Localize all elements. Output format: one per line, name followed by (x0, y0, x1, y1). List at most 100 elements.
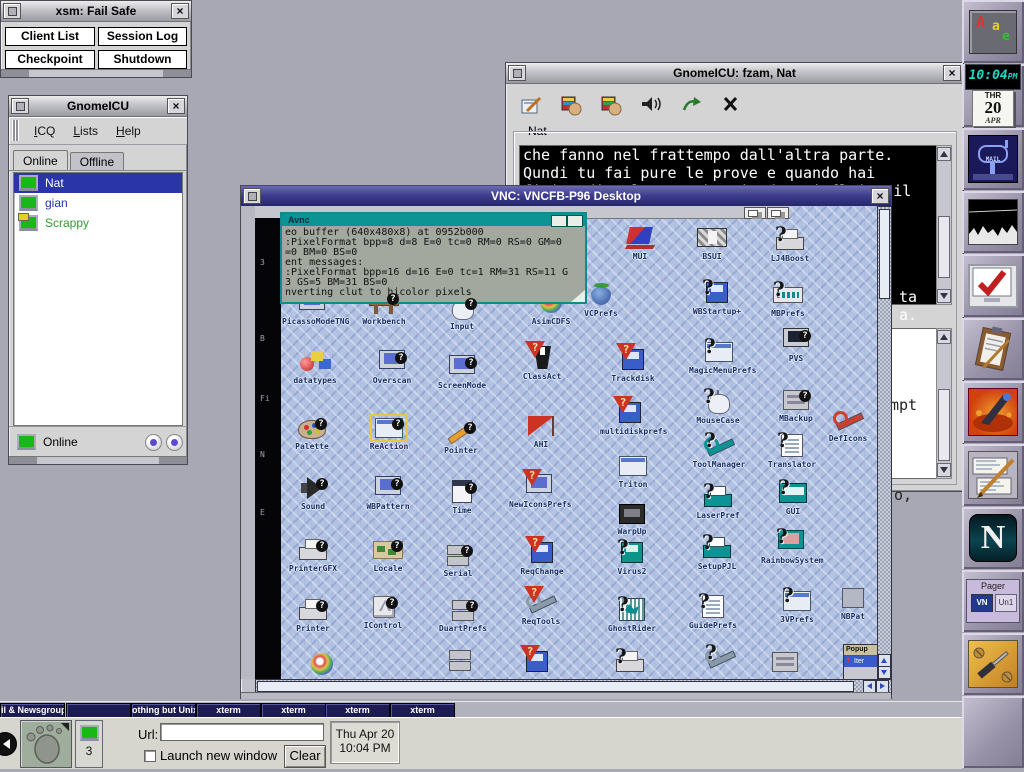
tasklist-applet[interactable]: 3 (75, 720, 103, 768)
status-round-button-2[interactable] (166, 434, 183, 451)
workbench-icon[interactable]: Time (432, 480, 492, 515)
panel-hide-button[interactable] (0, 732, 17, 756)
workbench-icon[interactable]: GUI (763, 481, 823, 516)
dock-keycaps-launcher[interactable]: A a e (962, 0, 1024, 63)
dock-netscape[interactable]: N (962, 507, 1024, 569)
workbench-icon[interactable]: ScreenMode (432, 355, 492, 390)
close-icon[interactable]: × (167, 98, 185, 114)
workbench-icon[interactable]: Trackdisk (603, 348, 663, 383)
workbench-icon[interactable]: MBPrefs (758, 283, 818, 318)
workbench-icon[interactable]: ReqChange (512, 541, 572, 576)
workbench-icon[interactable]: Sound (283, 476, 343, 511)
workbench-icon[interactable]: MBackup (766, 388, 826, 423)
workbench-icon[interactable]: ReqTools (511, 591, 571, 626)
taskbar-window-button[interactable]: xterm (390, 703, 455, 718)
window-menu-icon[interactable] (243, 188, 261, 204)
workbench-icon[interactable] (430, 648, 490, 674)
workbench-icon[interactable]: MUI (610, 226, 670, 261)
taskbar-window-button[interactable]: xterm (261, 703, 326, 718)
dock-mail-compose[interactable] (962, 444, 1024, 506)
scroll-up-icon[interactable] (937, 147, 951, 161)
vnc-vertical-scrollbar[interactable] (877, 206, 892, 681)
workbench-icon[interactable]: DefIcons (818, 408, 877, 443)
xsm-titlebar[interactable]: xsm: Fail Safe × (1, 1, 191, 22)
status-round-button-1[interactable] (145, 434, 162, 451)
console-resize-icon[interactable] (571, 290, 585, 302)
workbench-icon[interactable] (600, 650, 660, 676)
workbench-icon[interactable]: SetupPJL (687, 536, 747, 571)
gnome-menu-button[interactable] (20, 720, 72, 768)
workbench-icon[interactable]: MagicMenuPrefs (689, 340, 749, 375)
dock-asclock[interactable]: 10:04PM THR 20 APR (962, 64, 1024, 127)
dock-system-monitor[interactable] (962, 191, 1024, 253)
workbench-icon[interactable]: Translator (762, 434, 822, 469)
workbench-icon[interactable]: WarpUp (602, 501, 662, 536)
pager-desk-active[interactable]: VN (971, 594, 993, 612)
workbench-icon[interactable]: PVS (766, 328, 826, 363)
scroll-up-icon[interactable] (937, 330, 951, 344)
workbench-icon[interactable]: Printer (283, 598, 343, 633)
screen-front-icon[interactable] (767, 207, 789, 219)
popup-item[interactable]: Iter (844, 656, 877, 667)
menu-lists[interactable]: Lists (73, 124, 98, 138)
workbench-icon[interactable]: WBPattern (358, 476, 418, 511)
workbench-icon[interactable]: Palette (282, 416, 342, 451)
scroll-down-icon[interactable] (937, 463, 951, 477)
workbench-icon[interactable]: Triton (603, 454, 663, 489)
pager-desk[interactable]: Un1 (995, 594, 1017, 612)
taskbar-window-button[interactable] (66, 703, 131, 718)
screen-depth-icon[interactable] (744, 207, 766, 219)
workbench-icon[interactable]: Pointer (431, 420, 491, 455)
online-status-icon[interactable] (17, 434, 36, 450)
close-icon[interactable]: × (171, 3, 189, 19)
tab-offline[interactable]: Offline (70, 152, 124, 170)
workbench-icon[interactable]: BSUI (682, 226, 742, 261)
scroll-thumb[interactable] (938, 389, 950, 461)
taskbar-window-button[interactable]: il & Newsgroups (0, 703, 65, 718)
xsm-button[interactable]: Session Log (98, 27, 187, 46)
dock-clipboard-tool[interactable] (962, 318, 1024, 380)
sound-icon[interactable] (640, 94, 664, 116)
window-menu-icon[interactable] (11, 98, 29, 114)
workbench-icon[interactable]: NewIconsPrefs (509, 474, 569, 509)
workbench-icon[interactable] (292, 653, 352, 679)
forward-icon[interactable] (680, 94, 704, 116)
popup-mini-window[interactable]: Popup Iter (843, 644, 877, 679)
chat-titlebar[interactable]: GnomeICU: fzam, Nat × (506, 63, 963, 84)
dock-mail-monitor[interactable]: MAIL (962, 128, 1024, 190)
avnc-console-window[interactable]: Avnc eo buffer (640x480x8) at 0952b000:P… (280, 212, 587, 304)
workbench-icon[interactable]: WBStartup+ (687, 281, 747, 316)
vnc-titlebar[interactable]: VNC: VNCFB-P96 Desktop × (241, 186, 891, 207)
dock-pager[interactable]: Pager VN Un1 (962, 570, 1024, 632)
workbench-icon[interactable]: LaserPref (688, 485, 748, 520)
workbench-icon[interactable]: IControl (353, 595, 413, 630)
compose-scrollbar[interactable] (936, 328, 952, 479)
workbench-icon[interactable]: LJ4Boost (760, 228, 820, 263)
scroll-thumb[interactable] (257, 681, 854, 692)
scroll-down-icon[interactable] (937, 289, 951, 303)
depth-gadget-icon[interactable] (567, 215, 583, 227)
workbench-icon[interactable]: Locale (358, 538, 418, 573)
close-icon[interactable]: × (871, 188, 889, 204)
tab-online[interactable]: Online (13, 150, 68, 170)
dock-paint-tool[interactable] (962, 381, 1024, 443)
keyboard-icon[interactable] (560, 94, 584, 116)
dock-setup-tool[interactable] (962, 633, 1024, 695)
url-input[interactable] (160, 723, 324, 741)
keyboard2-icon[interactable] (600, 94, 624, 116)
workbench-icon[interactable]: GuidePrefs (683, 595, 743, 630)
dock-check-tool[interactable] (962, 254, 1024, 317)
workbench-icon[interactable]: Virus2 (602, 541, 662, 576)
taskbar-window-button[interactable]: xterm (325, 703, 390, 718)
window-menu-icon[interactable] (3, 3, 21, 19)
xsm-button[interactable]: Shutdown (98, 50, 187, 69)
avnc-titlebar[interactable]: Avnc (282, 214, 585, 226)
compose-icon[interactable] (520, 94, 544, 116)
workbench-icon[interactable]: MouseCase (688, 390, 748, 425)
clock-applet[interactable]: Thu Apr 20 10:04 PM (330, 721, 400, 764)
contact-row[interactable]: Scrappy (14, 213, 182, 233)
scroll-thumb[interactable] (938, 216, 950, 278)
resize-handle[interactable] (1, 69, 191, 77)
taskbar-window-button[interactable]: xterm (196, 703, 261, 718)
close-chat-icon[interactable] (720, 94, 744, 116)
